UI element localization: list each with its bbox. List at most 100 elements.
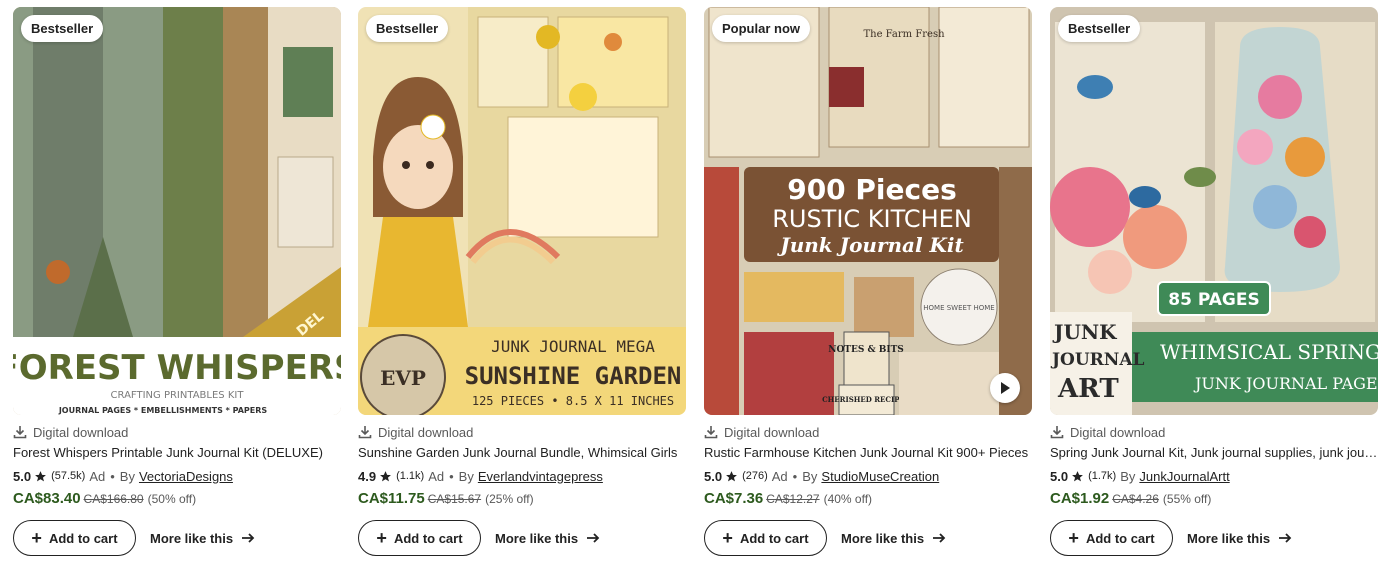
add-to-cart-label: Add to cart — [48, 530, 118, 546]
rustic-kitchen-artwork: 900 Pieces RUSTIC KITCHEN Junk Journal K… — [704, 7, 1032, 415]
download-text: Digital download — [33, 424, 129, 440]
svg-text:WHIMSICAL SPRING: WHIMSICAL SPRING — [1160, 340, 1378, 364]
svg-text:ART: ART — [1057, 374, 1119, 404]
rating-row: 5.0 (1.7k) By JunkJournalArtt — [1050, 467, 1378, 485]
download-icon — [1050, 426, 1064, 439]
star-icon — [35, 470, 46, 481]
forest-whispers-artwork: FOREST WHISPERS CRAFTING PRINTABLES KIT … — [13, 7, 341, 415]
download-text: Digital download — [378, 424, 474, 440]
add-to-cart-label: Add to cart — [393, 530, 463, 546]
listing-title[interactable]: Rustic Farmhouse Kitchen Junk Journal Ki… — [704, 445, 1032, 462]
listing-image[interactable]: FOREST WHISPERS CRAFTING PRINTABLES KIT … — [13, 7, 341, 415]
rating-score: 5.0 — [704, 468, 723, 484]
svg-text:The Farm Fresh: The Farm Fresh — [863, 29, 945, 40]
sale-price: CA$7.36 — [704, 490, 764, 507]
svg-text:SUNSHINE GARDEN: SUNSHINE GARDEN — [465, 362, 682, 390]
listing-card[interactable]: 85 PAGES WHIMSICAL SPRING JUNK JOURNAL P… — [1050, 7, 1378, 556]
card-actions: + Add to cart More like this — [13, 520, 341, 556]
svg-text:JOURNAL PAGES * EMBELLISHMENTS: JOURNAL PAGES * EMBELLISHMENTS * PAPERS — [58, 406, 268, 415]
listing-title[interactable]: Forest Whispers Printable Junk Journal K… — [13, 445, 341, 462]
play-video-button[interactable] — [990, 373, 1020, 403]
add-to-cart-button[interactable]: + Add to cart — [704, 520, 827, 556]
review-count: (57.5k) — [51, 470, 86, 482]
digital-download-label: Digital download — [13, 424, 341, 440]
add-to-cart-button[interactable]: + Add to cart — [358, 520, 481, 556]
listing-image[interactable]: EVP JUNK JOURNAL MEGA SUNSHINE GARDEN 12… — [358, 7, 686, 415]
arrow-right-icon — [933, 533, 946, 543]
original-price: CA$4.26 — [1112, 492, 1159, 506]
svg-text:JUNK JOURNAL MEGA: JUNK JOURNAL MEGA — [491, 337, 655, 356]
svg-text:EVP: EVP — [380, 366, 426, 390]
arrow-right-icon — [587, 533, 600, 543]
shop-link[interactable]: Everlandvintagepress — [478, 469, 603, 484]
add-to-cart-label: Add to cart — [1085, 530, 1155, 546]
price-row: CA$7.36 CA$12.27 (40% off) — [704, 490, 1032, 510]
more-like-this-link[interactable]: More like this — [495, 531, 600, 546]
svg-text:CHERISHED RECIPES: CHERISHED RECIPES — [822, 395, 910, 404]
discount-label: (25% off) — [485, 492, 534, 506]
discount-label: (55% off) — [1162, 492, 1212, 506]
shop-link[interactable]: StudioMuseCreation — [821, 469, 939, 484]
plus-icon: + — [376, 528, 387, 548]
ad-label: Ad — [771, 468, 788, 484]
price-row: CA$83.40 CA$166.80 (50% off) — [13, 490, 341, 510]
digital-download-label: Digital download — [1050, 424, 1378, 440]
plus-icon: + — [31, 528, 42, 548]
sale-price: CA$83.40 — [13, 490, 81, 507]
original-price: CA$15.67 — [427, 492, 482, 506]
more-like-this-label: More like this — [841, 530, 925, 546]
image-title-text: FOREST WHISPERS — [13, 348, 341, 388]
svg-text:900 Pieces: 900 Pieces — [787, 173, 957, 206]
bestseller-badge: Bestseller — [21, 15, 104, 42]
arrow-right-icon — [242, 533, 255, 543]
separator-dot: • — [110, 468, 115, 484]
download-text: Digital download — [724, 424, 820, 440]
listing-image[interactable]: 85 PAGES WHIMSICAL SPRING JUNK JOURNAL P… — [1050, 7, 1378, 415]
star-icon — [380, 470, 391, 481]
review-count: (1.7k) — [1088, 470, 1117, 482]
review-count: (276) — [742, 470, 768, 482]
original-price: CA$12.27 — [766, 492, 820, 506]
spring-journal-artwork: 85 PAGES WHIMSICAL SPRING JUNK JOURNAL P… — [1050, 7, 1378, 415]
listing-card[interactable]: 900 Pieces RUSTIC KITCHEN Junk Journal K… — [704, 7, 1032, 556]
arrow-right-icon — [1279, 533, 1292, 543]
svg-text:JUNK: JUNK — [1052, 320, 1117, 344]
play-icon — [1001, 382, 1010, 394]
bestseller-badge: Bestseller — [366, 15, 449, 42]
price-row: CA$1.92 CA$4.26 (55% off) — [1050, 490, 1378, 510]
ad-label: Ad — [428, 468, 445, 484]
by-label: By — [458, 468, 474, 484]
more-like-this-link[interactable]: More like this — [841, 531, 946, 546]
svg-text:NOTES & BITS: NOTES & BITS — [828, 345, 904, 355]
add-to-cart-button[interactable]: + Add to cart — [1050, 520, 1173, 556]
listing-card[interactable]: FOREST WHISPERS CRAFTING PRINTABLES KIT … — [13, 7, 341, 556]
discount-label: (50% off) — [147, 492, 197, 506]
sunshine-garden-artwork: EVP JUNK JOURNAL MEGA SUNSHINE GARDEN 12… — [358, 7, 686, 415]
more-like-this-label: More like this — [1187, 530, 1271, 546]
separator-dot: • — [792, 468, 798, 484]
download-text: Digital download — [1070, 424, 1166, 440]
star-icon — [1072, 470, 1083, 481]
listing-title[interactable]: Sunshine Garden Junk Journal Bundle, Whi… — [358, 445, 686, 462]
listing-card[interactable]: EVP JUNK JOURNAL MEGA SUNSHINE GARDEN 12… — [358, 7, 686, 556]
by-label: By — [119, 468, 135, 484]
more-like-this-label: More like this — [495, 530, 579, 546]
rating-row: 4.9 (1.1k) Ad • By Everlandvintagepress — [358, 467, 686, 485]
listing-grid: FOREST WHISPERS CRAFTING PRINTABLES KIT … — [0, 0, 1387, 572]
more-like-this-link[interactable]: More like this — [1187, 531, 1292, 546]
listing-image[interactable]: 900 Pieces RUSTIC KITCHEN Junk Journal K… — [704, 7, 1032, 415]
add-to-cart-button[interactable]: + Add to cart — [13, 520, 136, 556]
more-like-this-link[interactable]: More like this — [150, 531, 255, 546]
listing-title[interactable]: Spring Junk Journal Kit, Junk journal su… — [1050, 445, 1378, 462]
svg-text:Junk Journal Kit: Junk Journal Kit — [776, 233, 964, 257]
download-icon — [13, 426, 27, 439]
shop-link[interactable]: JunkJournalArtt — [1139, 469, 1229, 484]
svg-text:RUSTIC KITCHEN: RUSTIC KITCHEN — [772, 205, 972, 233]
separator-dot: • — [449, 468, 454, 484]
discount-label: (40% off) — [823, 492, 873, 506]
rating-score: 5.0 — [13, 468, 32, 484]
svg-text:85 PAGES: 85 PAGES — [1168, 290, 1259, 310]
card-actions: + Add to cart More like this — [1050, 520, 1378, 556]
shop-link[interactable]: VectoriaDesigns — [139, 469, 233, 484]
svg-text:JOURNAL: JOURNAL — [1050, 350, 1145, 370]
